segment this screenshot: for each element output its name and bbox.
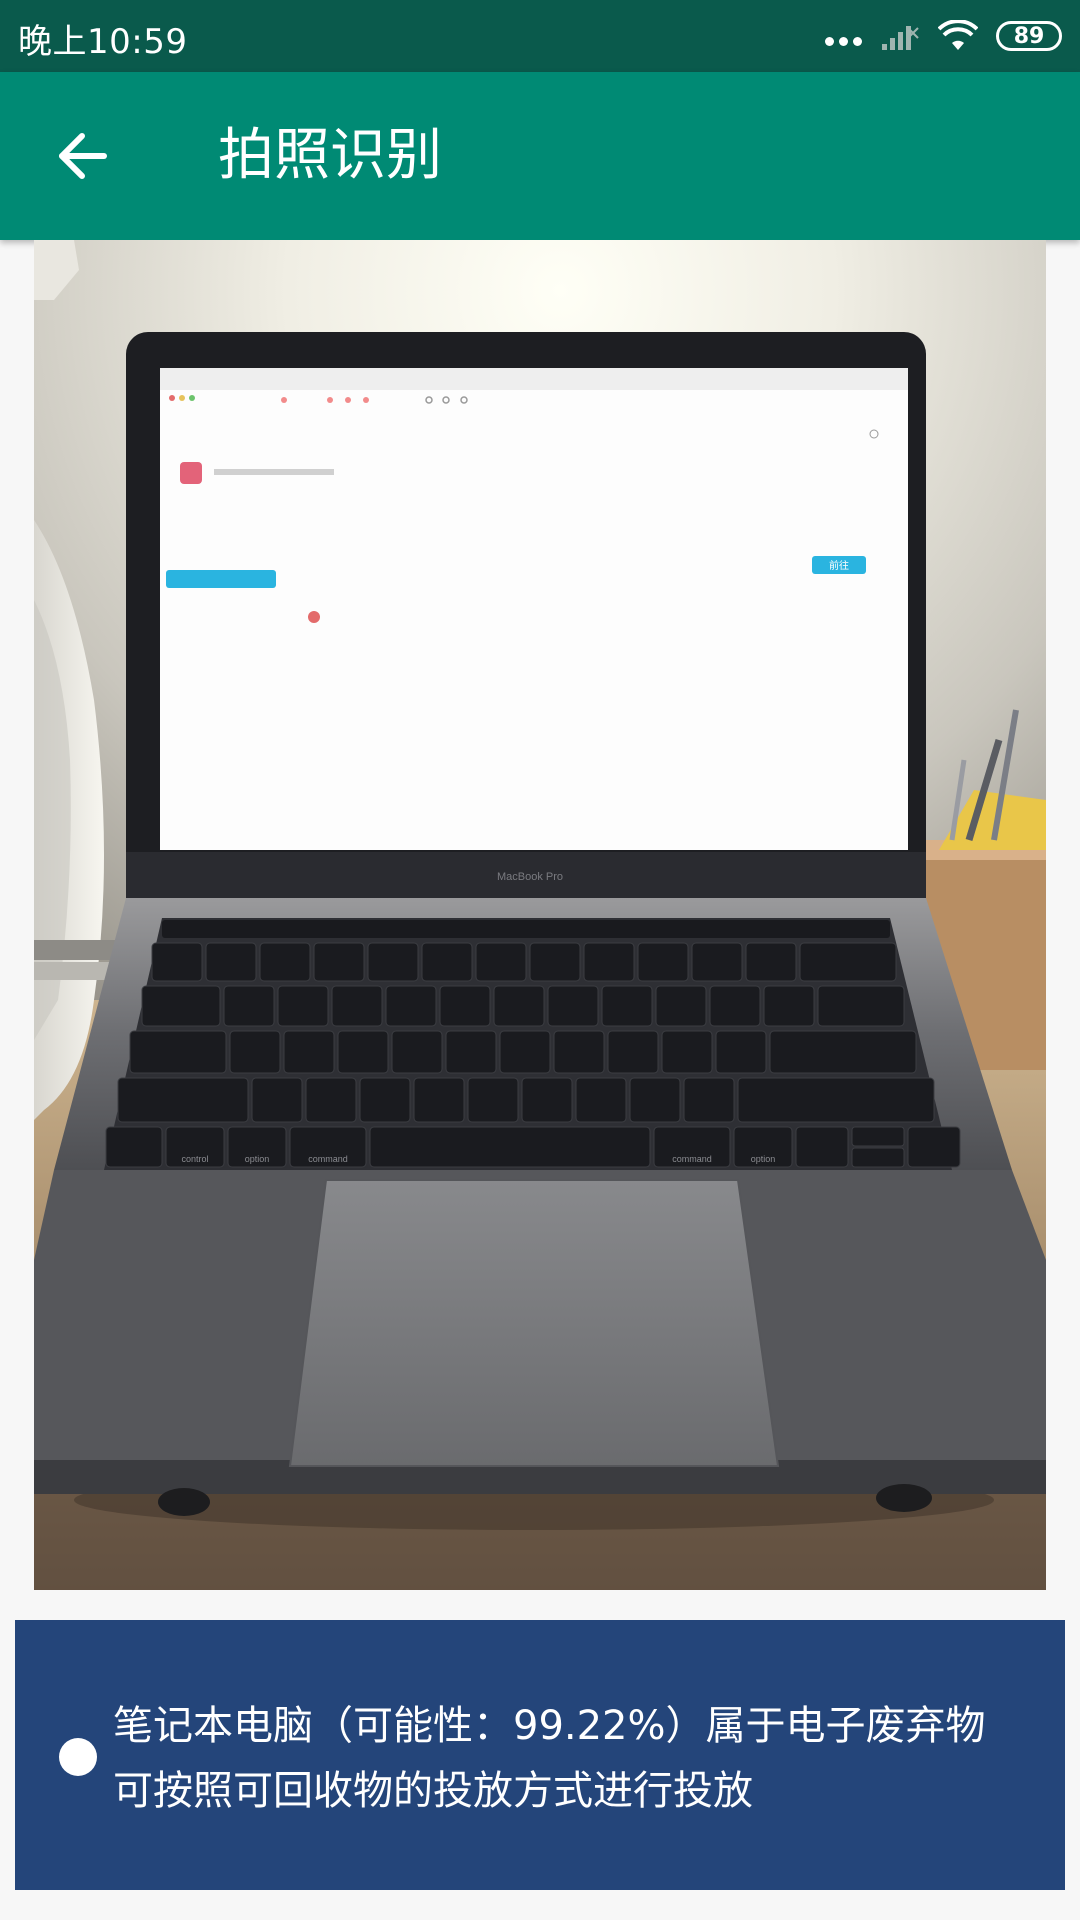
key-label-option-right: option	[751, 1154, 776, 1164]
more-dots-icon	[825, 36, 862, 46]
key-label-control: control	[181, 1154, 208, 1164]
result-text: 笔记本电脑（可能性：99.22%）属于电子废弃物 可按照可回收物的投放方式进行投…	[113, 1694, 1033, 1824]
key-label-command-left: command	[308, 1154, 348, 1164]
recognized-photo: MacBook Pro 前往 control option command co…	[34, 240, 1046, 1590]
result-line-2: 可按照可回收物的投放方式进行投放	[113, 1768, 753, 1814]
signal-icon	[882, 26, 919, 50]
battery-icon: 89	[996, 21, 1062, 51]
laptop-brand-label: MacBook Pro	[497, 871, 563, 883]
laptop-photo-image: MacBook Pro 前往 control option command co…	[34, 240, 1046, 1590]
wifi-icon	[938, 20, 978, 50]
key-label-command-right: command	[672, 1154, 712, 1164]
result-card: 笔记本电脑（可能性：99.22%）属于电子废弃物 可按照可回收物的投放方式进行投…	[15, 1620, 1065, 1890]
key-label-option-left: option	[245, 1154, 270, 1164]
arrow-left-icon	[59, 133, 107, 179]
battery-level: 89	[1013, 23, 1045, 49]
back-button[interactable]	[50, 124, 114, 188]
status-bar: 晚上10:59 89	[0, 0, 1080, 72]
status-time: 晚上10:59	[18, 22, 188, 62]
status-icons: 89	[825, 14, 1062, 58]
app-bar: 拍照识别	[0, 72, 1080, 240]
result-line-1: 笔记本电脑（可能性：99.22%）属于电子废弃物	[113, 1703, 986, 1749]
page-title: 拍照识别	[218, 123, 442, 188]
circle-bullet-icon	[59, 1738, 97, 1776]
screen-button-label: 前往	[829, 559, 849, 572]
